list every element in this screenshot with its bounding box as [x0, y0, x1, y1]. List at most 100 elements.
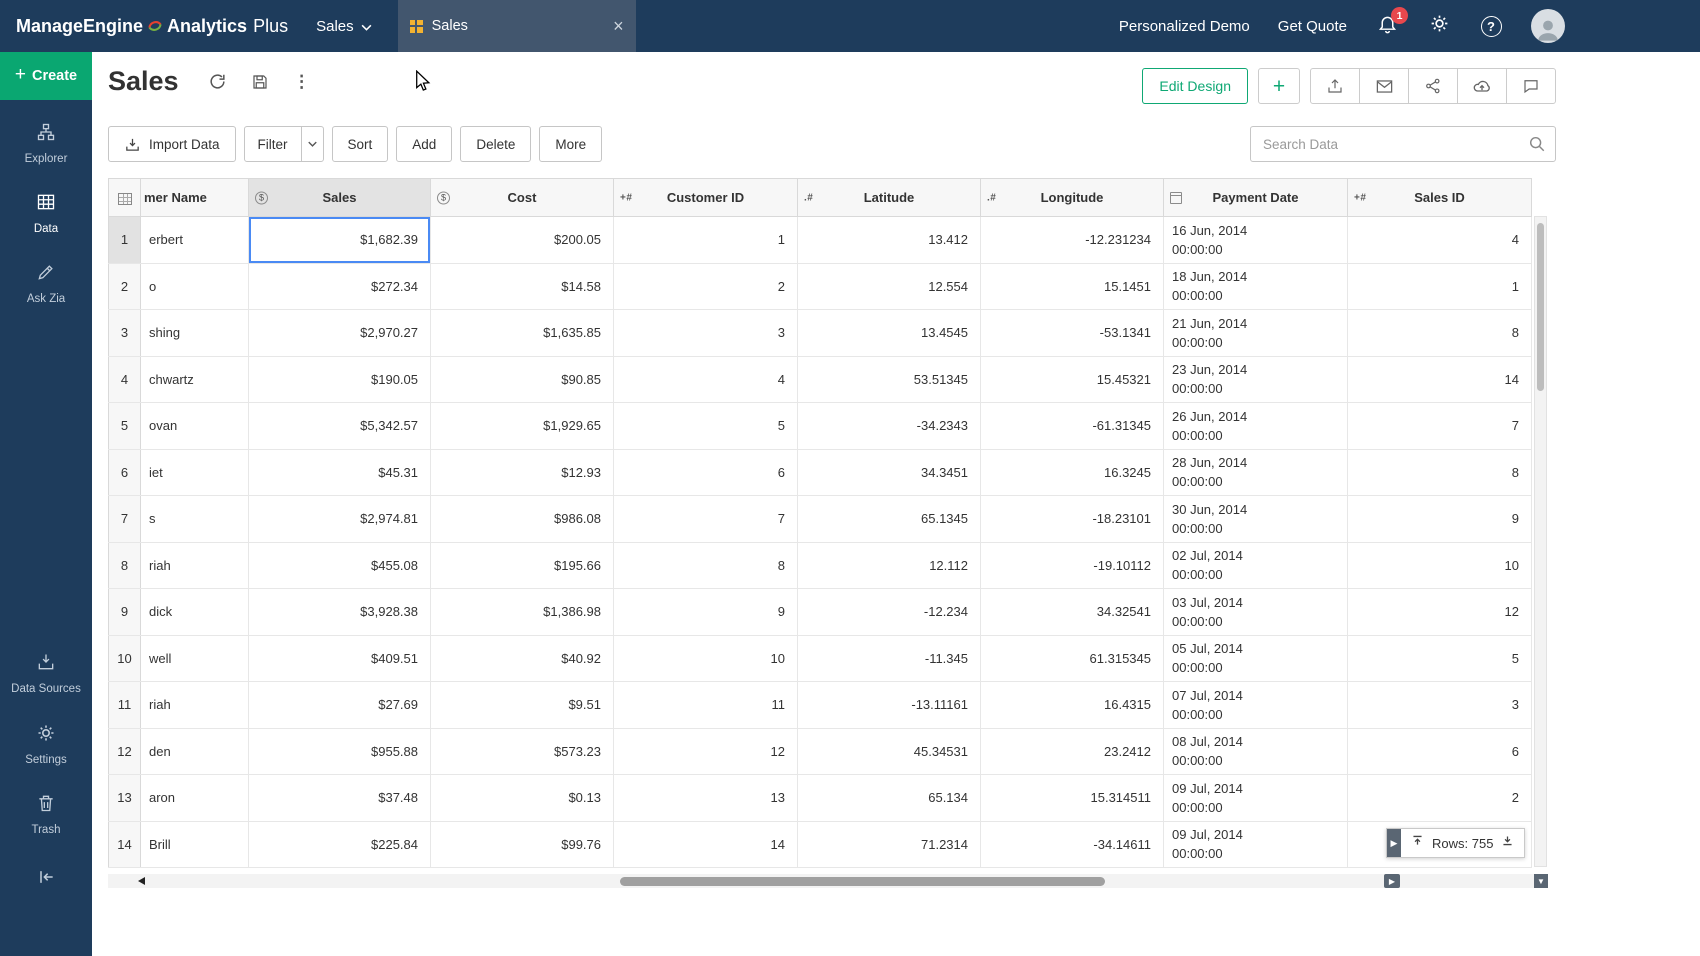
avatar[interactable]	[1531, 9, 1565, 43]
cell-sales-id[interactable]: 6	[1348, 728, 1532, 775]
help-button[interactable]: ?	[1479, 14, 1503, 38]
cell-customer-name[interactable]: o	[141, 263, 249, 310]
cell-payment-date[interactable]: 08 Jul, 201400:00:00	[1164, 728, 1348, 775]
cell-latitude[interactable]: 12.554	[798, 263, 981, 310]
row-number[interactable]: 14	[109, 821, 141, 868]
cell-payment-date[interactable]: 30 Jun, 201400:00:00	[1164, 496, 1348, 543]
settings-gear-button[interactable]	[1427, 14, 1451, 38]
cell-customer-name[interactable]: s	[141, 496, 249, 543]
cell-payment-date[interactable]: 16 Jun, 201400:00:00	[1164, 217, 1348, 264]
create-button[interactable]: + Create	[0, 52, 92, 100]
personalized-demo-link[interactable]: Personalized Demo	[1119, 18, 1250, 35]
cell-sales-id[interactable]: 1	[1348, 263, 1532, 310]
sidebar-item-data-sources[interactable]: Data Sources	[0, 648, 92, 700]
column-header-sales[interactable]: $Sales	[249, 179, 431, 217]
cell-latitude[interactable]: 71.2314	[798, 821, 981, 868]
sidebar-item-data[interactable]: Data	[0, 188, 92, 240]
notifications-button[interactable]: 1	[1375, 14, 1399, 38]
cell-latitude[interactable]: 45.34531	[798, 728, 981, 775]
cell-latitude[interactable]: -11.345	[798, 635, 981, 682]
scroll-left-icon[interactable]	[138, 877, 145, 885]
cell-payment-date[interactable]: 26 Jun, 201400:00:00	[1164, 403, 1348, 450]
cell-customer-id[interactable]: 14	[614, 821, 798, 868]
row-number[interactable]: 4	[109, 356, 141, 403]
cell-customer-id[interactable]: 6	[614, 449, 798, 496]
edit-design-button[interactable]: Edit Design	[1142, 68, 1248, 104]
column-header-sales-id[interactable]: +#Sales ID	[1348, 179, 1532, 217]
cell-customer-name[interactable]: shing	[141, 310, 249, 357]
manageengine-logo[interactable]: ManageEngine Analytics Plus	[16, 16, 288, 37]
refresh-button[interactable]	[207, 71, 229, 93]
filter-button[interactable]: Filter	[245, 127, 301, 161]
cell-customer-name[interactable]: aron	[141, 775, 249, 822]
cell-sales-id[interactable]: 3	[1348, 682, 1532, 729]
sidebar-item-settings[interactable]: Settings	[0, 719, 92, 771]
add-new-button[interactable]: +	[1258, 68, 1300, 104]
column-header-cost[interactable]: $Cost	[431, 179, 614, 217]
row-number[interactable]: 9	[109, 589, 141, 636]
cell-payment-date[interactable]: 21 Jun, 201400:00:00	[1164, 310, 1348, 357]
cell-customer-id[interactable]: 9	[614, 589, 798, 636]
cell-customer-name[interactable]: ovan	[141, 403, 249, 450]
collapse-sidebar-button[interactable]	[0, 867, 92, 892]
cell-sales[interactable]: $225.84	[249, 821, 431, 868]
row-number[interactable]: 5	[109, 403, 141, 450]
cell-sales[interactable]: $409.51	[249, 635, 431, 682]
cell-payment-date[interactable]: 03 Jul, 201400:00:00	[1164, 589, 1348, 636]
email-button[interactable]	[1359, 68, 1409, 104]
cell-cost[interactable]: $0.13	[431, 775, 614, 822]
sidebar-item-ask-zia[interactable]: Ask Zia	[0, 258, 92, 310]
go-to-bottom-icon[interactable]	[1501, 834, 1514, 852]
add-button[interactable]: Add	[396, 126, 452, 162]
cell-customer-id[interactable]: 5	[614, 403, 798, 450]
cell-cost[interactable]: $986.08	[431, 496, 614, 543]
cell-latitude[interactable]: 53.51345	[798, 356, 981, 403]
cell-sales-id[interactable]: 8	[1348, 310, 1532, 357]
cell-longitude[interactable]: 61.315345	[981, 635, 1164, 682]
cell-longitude[interactable]: -18.23101	[981, 496, 1164, 543]
cell-longitude[interactable]: -19.10112	[981, 542, 1164, 589]
comment-button[interactable]	[1506, 68, 1556, 104]
cell-longitude[interactable]: -12.231234	[981, 217, 1164, 264]
cell-customer-id[interactable]: 1	[614, 217, 798, 264]
cell-payment-date[interactable]: 18 Jun, 201400:00:00	[1164, 263, 1348, 310]
cell-cost[interactable]: $1,635.85	[431, 310, 614, 357]
cell-cost[interactable]: $14.58	[431, 263, 614, 310]
export-button[interactable]	[1310, 68, 1360, 104]
row-number-header[interactable]	[109, 179, 141, 217]
cell-sales-id[interactable]: 10	[1348, 542, 1532, 589]
cell-latitude[interactable]: 65.1345	[798, 496, 981, 543]
cell-sales[interactable]: $27.69	[249, 682, 431, 729]
cell-longitude[interactable]: 15.45321	[981, 356, 1164, 403]
cell-customer-name[interactable]: den	[141, 728, 249, 775]
tab-sales[interactable]: Sales ×	[398, 0, 636, 52]
share-button[interactable]	[1408, 68, 1458, 104]
cell-latitude[interactable]: 12.112	[798, 542, 981, 589]
search-input[interactable]	[1251, 127, 1555, 161]
cell-sales[interactable]: $2,970.27	[249, 310, 431, 357]
cell-payment-date[interactable]: 28 Jun, 201400:00:00	[1164, 449, 1348, 496]
cell-sales[interactable]: $37.48	[249, 775, 431, 822]
cell-payment-date[interactable]: 09 Jul, 201400:00:00	[1164, 821, 1348, 868]
cell-cost[interactable]: $99.76	[431, 821, 614, 868]
cell-customer-id[interactable]: 3	[614, 310, 798, 357]
cell-payment-date[interactable]: 07 Jul, 201400:00:00	[1164, 682, 1348, 729]
cell-sales-id[interactable]: 8	[1348, 449, 1532, 496]
sort-button[interactable]: Sort	[332, 126, 389, 162]
cell-customer-id[interactable]: 4	[614, 356, 798, 403]
close-icon[interactable]: ×	[613, 17, 624, 35]
delete-button[interactable]: Delete	[460, 126, 531, 162]
cell-sales-id[interactable]: 12	[1348, 589, 1532, 636]
column-header-latitude[interactable]: .#Latitude	[798, 179, 981, 217]
row-number[interactable]: 7	[109, 496, 141, 543]
cell-payment-date[interactable]: 05 Jul, 201400:00:00	[1164, 635, 1348, 682]
row-number[interactable]: 1	[109, 217, 141, 264]
cell-longitude[interactable]: -53.1341	[981, 310, 1164, 357]
cell-sales-id[interactable]: 2	[1348, 775, 1532, 822]
cell-cost[interactable]: $90.85	[431, 356, 614, 403]
cell-cost[interactable]: $9.51	[431, 682, 614, 729]
cell-customer-id[interactable]: 10	[614, 635, 798, 682]
cell-cost[interactable]: $195.66	[431, 542, 614, 589]
cell-customer-name[interactable]: riah	[141, 542, 249, 589]
cell-sales[interactable]: $2,974.81	[249, 496, 431, 543]
